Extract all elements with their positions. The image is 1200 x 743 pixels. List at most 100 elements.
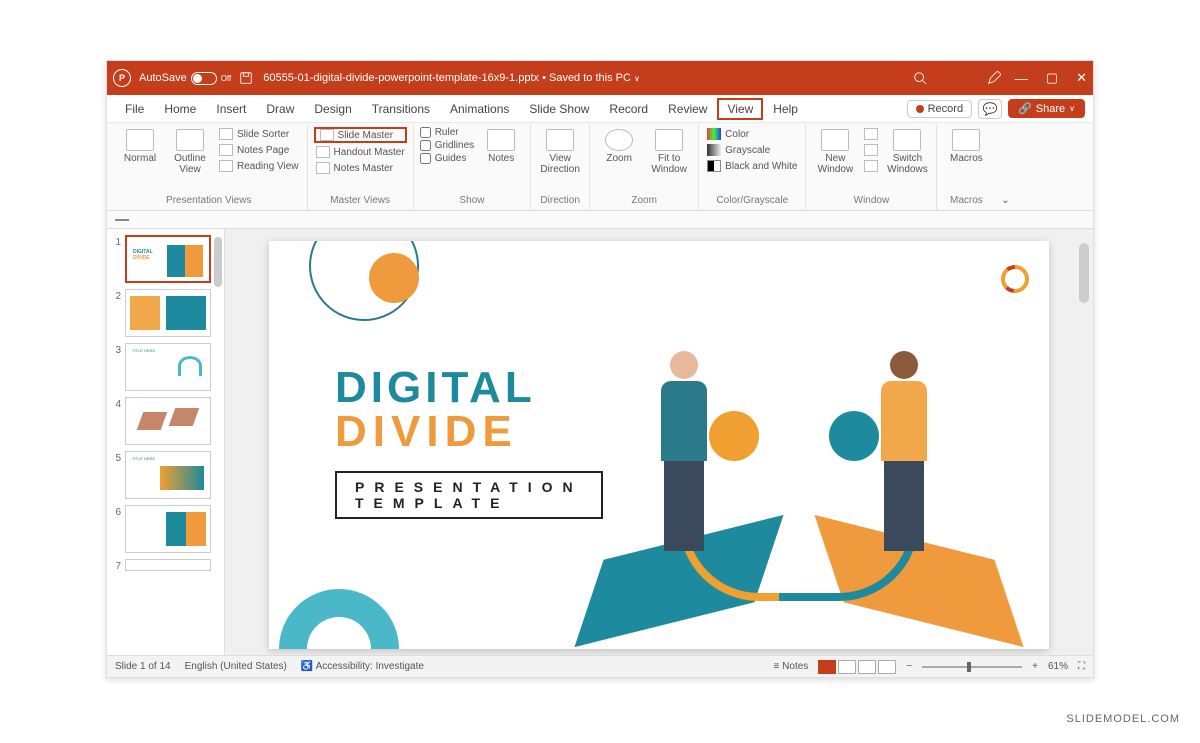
statusbar: Slide 1 of 14 English (United States) ♿ …: [107, 655, 1093, 677]
thumbnail-1[interactable]: DIGITAL DIVIDE: [125, 235, 211, 283]
thumbnail-4[interactable]: [125, 397, 211, 445]
notes-page-button[interactable]: Notes Page: [217, 143, 301, 157]
person-left: [639, 351, 729, 561]
menu-view[interactable]: View: [717, 98, 763, 120]
collapse-ribbon-button[interactable]: ⌄: [995, 125, 1015, 210]
slide-thumbnails-panel[interactable]: 1 DIGITAL DIVIDE 2 3 TITLE HERE 4: [107, 229, 225, 655]
share-button[interactable]: 🔗 Share ∨: [1008, 99, 1085, 118]
language-status[interactable]: English (United States): [185, 661, 287, 672]
guides-checkbox[interactable]: Guides: [420, 153, 474, 164]
zoom-slider[interactable]: [922, 666, 1022, 668]
person-right: [859, 351, 949, 561]
sorter-view-icon[interactable]: [838, 660, 856, 674]
group-zoom: Zoom Fit to Window Zoom: [590, 125, 699, 210]
menu-draw[interactable]: Draw: [256, 98, 304, 120]
reading-view-icon[interactable]: [858, 660, 876, 674]
ruler-checkbox[interactable]: Ruler: [420, 127, 474, 138]
decorative-arc: [269, 564, 424, 649]
switch-windows-button[interactable]: Switch Windows: [884, 127, 930, 177]
thumbnails-scrollbar[interactable]: [214, 237, 222, 287]
handout-master-button[interactable]: Handout Master: [314, 145, 407, 159]
menu-help[interactable]: Help: [763, 98, 808, 120]
group-macros: Macros Macros: [937, 125, 995, 210]
slide-sorter-button[interactable]: Slide Sorter: [217, 127, 301, 141]
comments-button[interactable]: 💬: [978, 99, 1002, 119]
plug-orange: [709, 411, 759, 461]
slide-canvas-area[interactable]: DIGITAL DIVIDE PRESENTATION TEMPLATE: [225, 229, 1093, 655]
slide-master-button[interactable]: Slide Master: [314, 127, 407, 143]
color-button[interactable]: Color: [705, 127, 799, 141]
accessibility-status[interactable]: ♿ Accessibility: Investigate: [301, 661, 424, 672]
move-split-button[interactable]: [862, 159, 880, 173]
thumbnail-5[interactable]: TITLE HERE: [125, 451, 211, 499]
canvas-scrollbar[interactable]: [1079, 243, 1089, 303]
menu-slideshow[interactable]: Slide Show: [519, 98, 599, 120]
menu-record[interactable]: Record: [599, 98, 658, 120]
app-icon: P: [113, 69, 131, 87]
fit-to-window-button[interactable]: Fit to Window: [646, 127, 692, 177]
window-controls: — ▢ ✕: [1015, 70, 1087, 86]
document-title[interactable]: 60555-01-digital-divide-powerpoint-templ…: [263, 72, 640, 84]
notes-toggle[interactable]: ≡ Notes: [774, 661, 809, 672]
slide-title-line2: DIVIDE: [335, 407, 603, 457]
fit-slide-button[interactable]: ⛶: [1078, 661, 1085, 672]
view-direction-button[interactable]: View Direction: [537, 127, 583, 177]
record-button[interactable]: Record: [907, 100, 972, 118]
save-icon[interactable]: [239, 71, 253, 85]
zoom-in-button[interactable]: +: [1032, 661, 1038, 672]
thumbnail-2[interactable]: [125, 289, 211, 337]
menu-review[interactable]: Review: [658, 98, 717, 120]
menu-design[interactable]: Design: [304, 98, 361, 120]
maximize-button[interactable]: ▢: [1046, 70, 1058, 86]
group-window: New Window Switch Windows Window: [806, 125, 937, 210]
close-button[interactable]: ✕: [1076, 70, 1087, 86]
grayscale-button[interactable]: Grayscale: [705, 143, 799, 157]
qat-handle-icon[interactable]: [115, 219, 129, 221]
zoom-button[interactable]: Zoom: [596, 127, 642, 166]
autosave-toggle[interactable]: AutoSave Off: [139, 72, 231, 85]
powerpoint-window: P AutoSave Off 60555-01-digital-divide-p…: [106, 60, 1094, 678]
thumbnail-6[interactable]: [125, 505, 211, 553]
minimize-button[interactable]: —: [1015, 71, 1028, 86]
gridlines-checkbox[interactable]: Gridlines: [420, 140, 474, 151]
slide-subtitle-box: PRESENTATION TEMPLATE: [335, 471, 603, 519]
menu-transitions[interactable]: Transitions: [362, 98, 440, 120]
black-white-button[interactable]: Black and White: [705, 159, 799, 173]
arrange-all-button[interactable]: [862, 127, 880, 141]
notes-button[interactable]: Notes: [478, 127, 524, 166]
thumbnail-7[interactable]: [125, 559, 211, 571]
new-window-button[interactable]: New Window: [812, 127, 858, 177]
menu-animations[interactable]: Animations: [440, 98, 519, 120]
thumbnail-3[interactable]: TITLE HERE: [125, 343, 211, 391]
zoom-level[interactable]: 61%: [1048, 661, 1068, 672]
notes-master-button[interactable]: Notes Master: [314, 161, 407, 175]
quick-access-row: [107, 211, 1093, 229]
slide-preview[interactable]: DIGITAL DIVIDE PRESENTATION TEMPLATE: [269, 241, 1049, 649]
watermark: SLIDEMODEL.COM: [1066, 713, 1180, 725]
pencil-icon[interactable]: [987, 71, 1001, 85]
macros-button[interactable]: Macros: [943, 127, 989, 166]
decorative-circle-orange: [369, 253, 419, 303]
titlebar: P AutoSave Off 60555-01-digital-divide-p…: [107, 61, 1093, 95]
slide-counter[interactable]: Slide 1 of 14: [115, 661, 171, 672]
workspace: 1 DIGITAL DIVIDE 2 3 TITLE HERE 4: [107, 229, 1093, 655]
plug-teal: [829, 411, 879, 461]
menu-file[interactable]: File: [115, 98, 154, 120]
zoom-out-button[interactable]: −: [906, 661, 912, 672]
menu-insert[interactable]: Insert: [206, 98, 256, 120]
normal-view-icon[interactable]: [818, 660, 836, 674]
menu-home[interactable]: Home: [154, 98, 206, 120]
search-icon[interactable]: [913, 71, 927, 85]
group-color-grayscale: Color Grayscale Black and White Color/Gr…: [699, 125, 806, 210]
cascade-button[interactable]: [862, 143, 880, 157]
normal-view-button[interactable]: Normal: [117, 127, 163, 166]
slide-illustration: [589, 281, 1009, 641]
reading-view-button[interactable]: Reading View: [217, 159, 301, 173]
ribbon-view: Normal Outline View Slide Sorter Notes P…: [107, 123, 1093, 211]
outline-view-button[interactable]: Outline View: [167, 127, 213, 177]
slideshow-view-icon[interactable]: [878, 660, 896, 674]
slide-title-line1: DIGITAL: [335, 363, 603, 413]
group-presentation-views: Normal Outline View Slide Sorter Notes P…: [111, 125, 308, 210]
slide-title-block: DIGITAL DIVIDE PRESENTATION TEMPLATE: [335, 363, 603, 519]
group-master-views: Slide Master Handout Master Notes Master…: [308, 125, 414, 210]
